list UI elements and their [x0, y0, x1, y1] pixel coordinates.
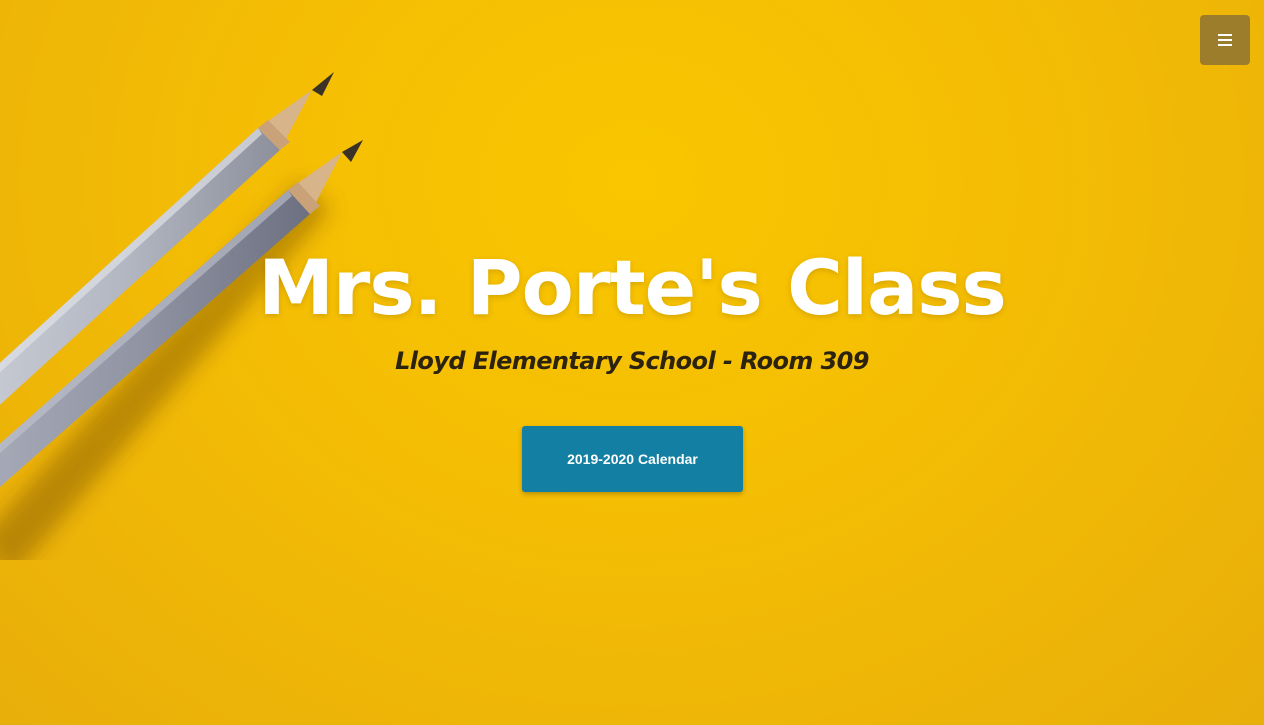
page-title: Mrs. Porte's Class: [258, 243, 1007, 332]
page-subtitle: Lloyd Elementary School - Room 309: [395, 347, 869, 375]
calendar-button[interactable]: 2019-2020 Calendar: [522, 426, 743, 492]
menu-button[interactable]: [1200, 15, 1250, 65]
hero-section: Mrs. Porte's Class Lloyd Elementary Scho…: [0, 0, 1264, 725]
hamburger-menu-icon: [1218, 34, 1232, 46]
